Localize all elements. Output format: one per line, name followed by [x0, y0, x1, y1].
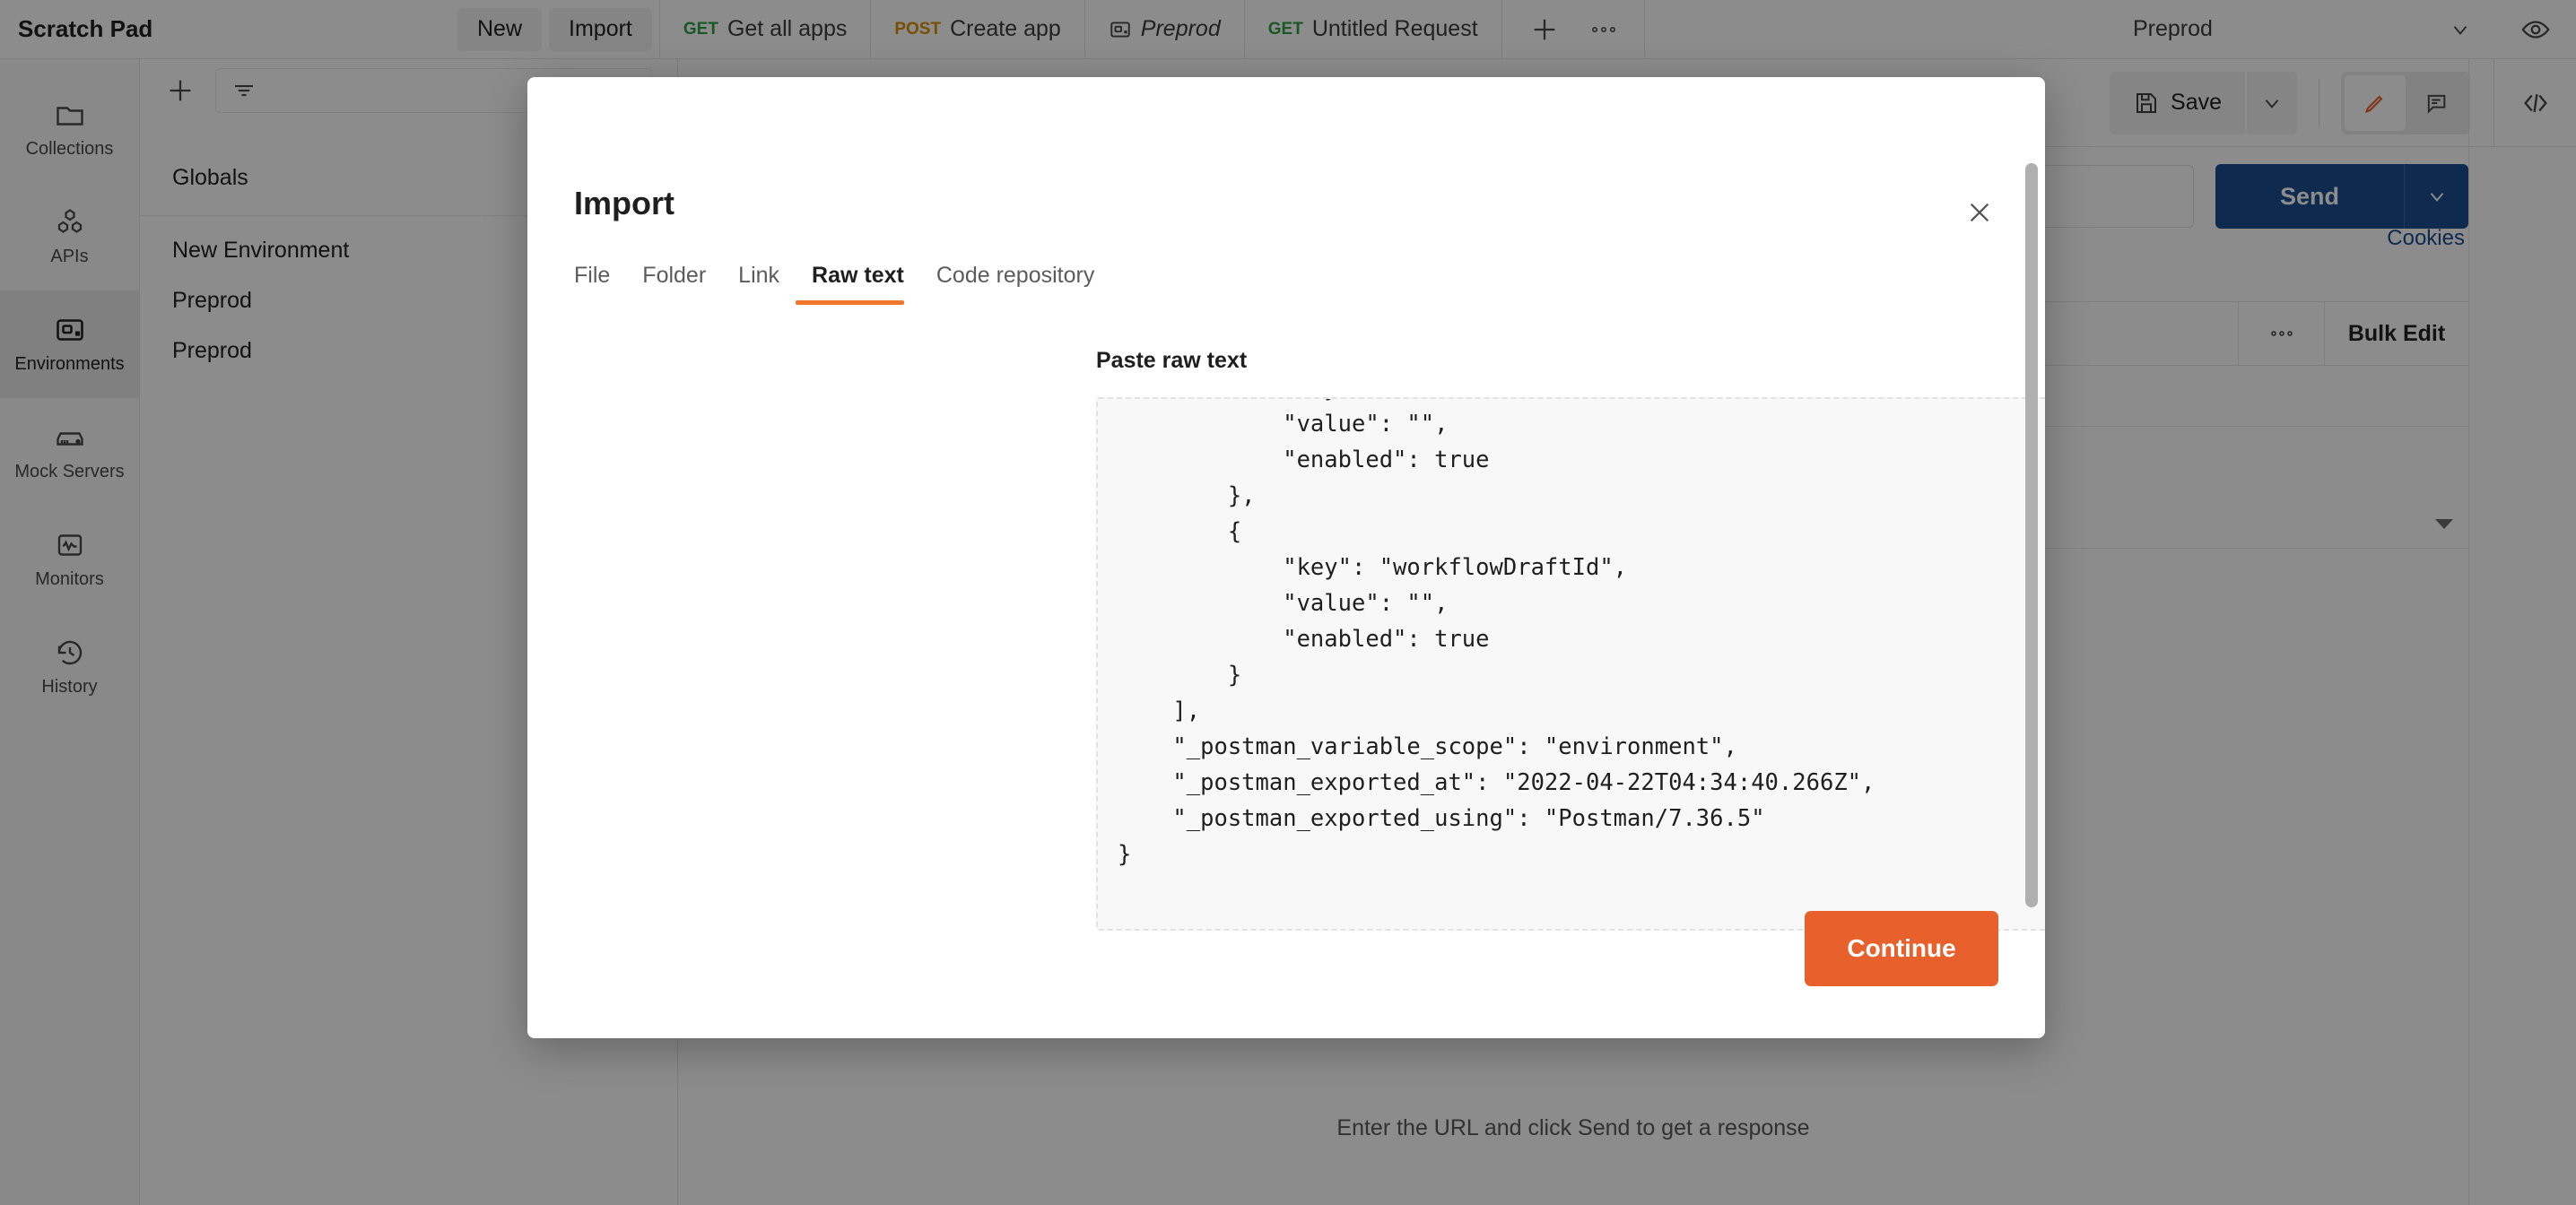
- continue-button[interactable]: Continue: [1805, 911, 1998, 986]
- postman-app-window: Scratch Pad New Import GET Get all apps …: [0, 0, 2576, 1205]
- tab-raw-text[interactable]: Raw text: [796, 263, 920, 305]
- tab-file[interactable]: File: [574, 263, 626, 305]
- raw-text-textarea[interactable]: { "key": "taskInstanceId", "value": "", …: [1096, 397, 2045, 931]
- paste-raw-text-label: Paste raw text: [1096, 348, 1248, 373]
- tab-link[interactable]: Link: [722, 263, 796, 305]
- tab-code-repository[interactable]: Code repository: [920, 263, 1110, 305]
- modal-title: Import: [574, 185, 674, 221]
- tab-folder[interactable]: Folder: [626, 263, 722, 305]
- import-source-tabs: File Folder Link Raw text Code repositor…: [574, 263, 1110, 305]
- import-modal: Import File Folder Link Raw text Code re…: [527, 77, 2045, 1038]
- raw-text-content: { "key": "taskInstanceId", "value": "", …: [1118, 399, 1875, 868]
- modal-scrollbar-thumb[interactable]: [2025, 163, 2038, 907]
- close-x-icon[interactable]: [1959, 192, 2000, 233]
